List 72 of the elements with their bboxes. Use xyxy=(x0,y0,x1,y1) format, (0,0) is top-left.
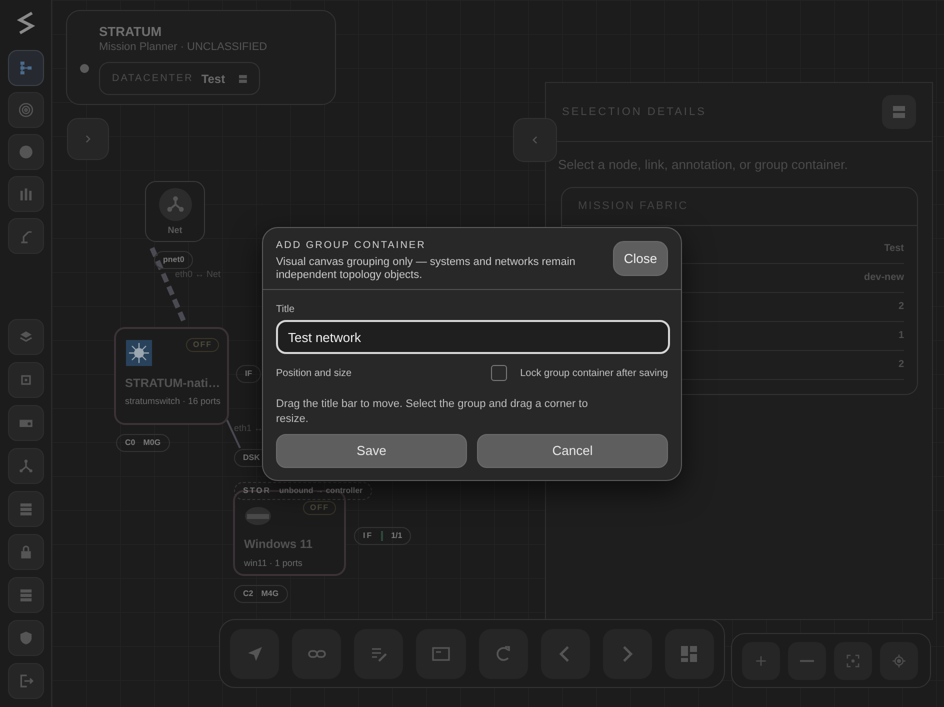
section-label: Position and size xyxy=(276,366,353,380)
help-text: Drag the title bar to move. Select the group and drag a corner to resize. xyxy=(276,397,589,427)
chip-button[interactable] xyxy=(8,362,44,398)
layers-button[interactable] xyxy=(8,319,44,355)
dashboard-button[interactable] xyxy=(664,628,714,678)
link-button[interactable] xyxy=(292,628,342,678)
pill-text: 1/1 xyxy=(391,530,402,542)
node-subtitle: win11 · 1 ports xyxy=(244,557,302,569)
target-tool-button[interactable] xyxy=(8,92,44,128)
tree-tool-button[interactable] xyxy=(8,50,44,86)
center-button[interactable] xyxy=(880,642,918,680)
server-button[interactable] xyxy=(882,95,916,129)
network-button[interactable] xyxy=(8,448,44,484)
robot-arm-tool-button[interactable] xyxy=(8,218,44,254)
chevron-left-icon xyxy=(531,136,539,144)
collapse-button[interactable] xyxy=(513,118,557,162)
send-button[interactable] xyxy=(230,628,280,678)
logout-icon xyxy=(18,673,34,689)
fit-view-button[interactable] xyxy=(834,642,872,680)
close-button[interactable]: Close xyxy=(613,241,668,276)
pill-text: IF xyxy=(245,368,252,380)
layers-icon xyxy=(18,329,34,345)
pill-text: pnet0 xyxy=(163,254,184,266)
pill-text: C0 xyxy=(125,437,136,449)
dialog-description: Visual canvas grouping only — systems and networks remain independent topology objects. xyxy=(276,256,576,282)
pill-text: DSK xyxy=(243,452,260,464)
server-button[interactable] xyxy=(8,491,44,527)
pill-text: M4G xyxy=(261,588,279,600)
cancel-button[interactable]: Cancel xyxy=(477,434,668,468)
save-button[interactable]: Save xyxy=(276,434,467,468)
dialog-title: ADD GROUP CONTAINER xyxy=(276,239,427,253)
pill-text: IF xyxy=(363,530,374,542)
meter-bar xyxy=(381,531,384,541)
switch-icon xyxy=(126,340,152,366)
chevron-right-icon xyxy=(84,135,92,143)
app-title: STRATUM xyxy=(99,23,162,41)
bars-icon xyxy=(18,186,34,202)
title-field[interactable]: Test network xyxy=(276,320,670,354)
server-button[interactable] xyxy=(8,577,44,613)
chevron-left-button[interactable] xyxy=(540,628,590,678)
server-icon xyxy=(18,501,34,517)
logout-button[interactable] xyxy=(8,663,44,699)
server-icon xyxy=(893,106,905,118)
zoom-in-button[interactable] xyxy=(742,642,780,680)
node-subtitle: stratumswitch · 16 ports xyxy=(125,395,222,407)
network-icon xyxy=(18,458,34,474)
lock-button[interactable] xyxy=(8,534,44,570)
crosshair-icon xyxy=(891,652,907,668)
chevron-right-button[interactable] xyxy=(602,628,652,678)
card-button[interactable] xyxy=(8,405,44,441)
target-icon xyxy=(18,102,34,118)
server-icon xyxy=(239,72,247,84)
edit-notes-button[interactable] xyxy=(354,628,404,678)
shield-button[interactable] xyxy=(8,620,44,656)
logo-icon xyxy=(14,10,36,36)
lock-checkbox[interactable] xyxy=(491,365,508,381)
dashboard-icon xyxy=(679,644,700,664)
expand-button[interactable] xyxy=(67,118,109,160)
field-label: Title xyxy=(276,303,296,317)
pill-text: C2 xyxy=(243,588,254,600)
server-icon xyxy=(18,587,34,603)
window-button[interactable] xyxy=(416,628,466,678)
bars-tool-button[interactable] xyxy=(8,176,44,212)
datacenter-value: Test xyxy=(201,70,226,88)
pill-text: M0G xyxy=(143,437,161,449)
focus-icon xyxy=(845,652,861,668)
minus-icon xyxy=(800,660,814,662)
network-icon xyxy=(158,188,192,221)
shield-icon xyxy=(18,630,34,646)
node-label: Net xyxy=(168,224,182,237)
tree-icon xyxy=(18,60,34,76)
refresh-button[interactable] xyxy=(478,628,528,678)
